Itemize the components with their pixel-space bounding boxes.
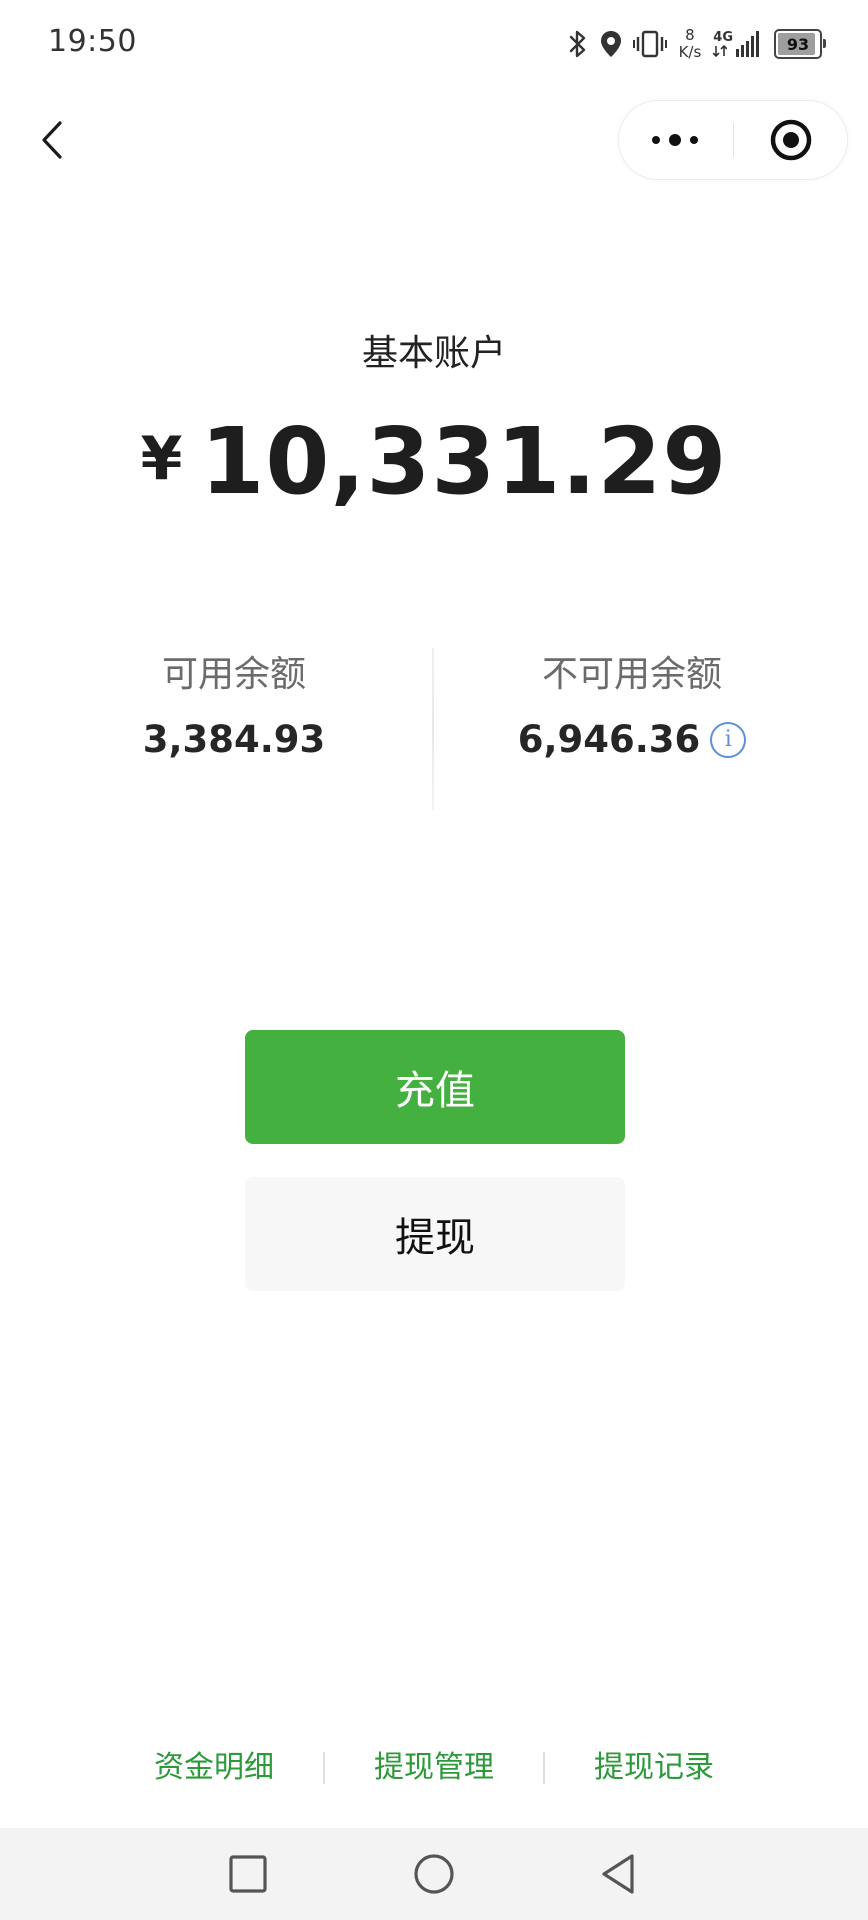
available-balance-value: 3,384.93 bbox=[84, 718, 384, 761]
chevron-left-icon bbox=[42, 121, 62, 159]
target-circle-icon bbox=[770, 119, 812, 161]
network-speed: 8 K/s bbox=[679, 27, 702, 61]
unavailable-balance: 不可用余额 6,946.36 i bbox=[482, 650, 782, 761]
available-balance: 可用余额 3,384.93 bbox=[84, 650, 384, 761]
status-icons: 8 K/s 4G 93 bbox=[567, 22, 826, 66]
fund-details-link[interactable]: 资金明细 bbox=[114, 1738, 314, 1798]
unavailable-balance-value: 6,946.36 i bbox=[482, 718, 782, 761]
triangle-back-icon bbox=[602, 1854, 634, 1894]
available-balance-label: 可用余额 bbox=[161, 654, 306, 695]
account-title: 基本账户 bbox=[361, 333, 506, 374]
network-speed-unit: K/s bbox=[678, 43, 702, 61]
bluetooth-icon bbox=[567, 28, 589, 60]
recharge-button[interactable]: 充值 bbox=[245, 1030, 625, 1144]
withdraw-button[interactable]: 提现 bbox=[245, 1177, 625, 1291]
network-speed-value: 8 bbox=[685, 26, 695, 44]
withdraw-records-link[interactable]: 提现记录 bbox=[554, 1738, 754, 1798]
available-balance-amount: 3,384.93 bbox=[142, 718, 326, 761]
currency-symbol: ¥ bbox=[140, 424, 183, 494]
system-back-button[interactable] bbox=[586, 1842, 650, 1906]
info-icon[interactable]: i bbox=[710, 721, 747, 758]
total-balance: ¥ 10,331.29 bbox=[0, 408, 868, 515]
battery-level: 93 bbox=[786, 34, 810, 54]
vibrate-icon bbox=[632, 29, 667, 59]
status-time: 19:50 bbox=[48, 24, 137, 59]
location-icon bbox=[599, 29, 623, 59]
footer-separator bbox=[543, 1752, 545, 1784]
system-nav-bar bbox=[0, 1828, 868, 1920]
more-button[interactable] bbox=[619, 101, 731, 179]
unavailable-balance-label: 不可用余额 bbox=[541, 654, 722, 695]
more-dots-icon bbox=[652, 134, 698, 146]
recent-apps-button[interactable] bbox=[216, 1842, 280, 1906]
balance-divider bbox=[432, 648, 434, 810]
footer-separator bbox=[323, 1752, 325, 1784]
total-balance-amount: 10,331.29 bbox=[200, 408, 728, 515]
close-button[interactable] bbox=[735, 101, 847, 179]
circle-icon bbox=[414, 1854, 454, 1894]
status-bar: 19:50 8 K/s 4G 93 bbox=[0, 0, 868, 90]
back-button[interactable] bbox=[30, 112, 74, 168]
mini-program-capsule bbox=[618, 100, 848, 180]
unavailable-balance-amount: 6,946.36 bbox=[517, 718, 701, 761]
footer-links: 资金明细 提现管理 提现记录 bbox=[0, 1738, 868, 1798]
signal-icon: 4G bbox=[713, 31, 760, 57]
network-type-label: 4G bbox=[713, 30, 733, 45]
withdraw-management-link[interactable]: 提现管理 bbox=[334, 1738, 534, 1798]
home-button[interactable] bbox=[402, 1842, 466, 1906]
square-icon bbox=[229, 1855, 267, 1893]
battery-icon: 93 bbox=[774, 29, 826, 59]
capsule-divider bbox=[733, 123, 734, 157]
